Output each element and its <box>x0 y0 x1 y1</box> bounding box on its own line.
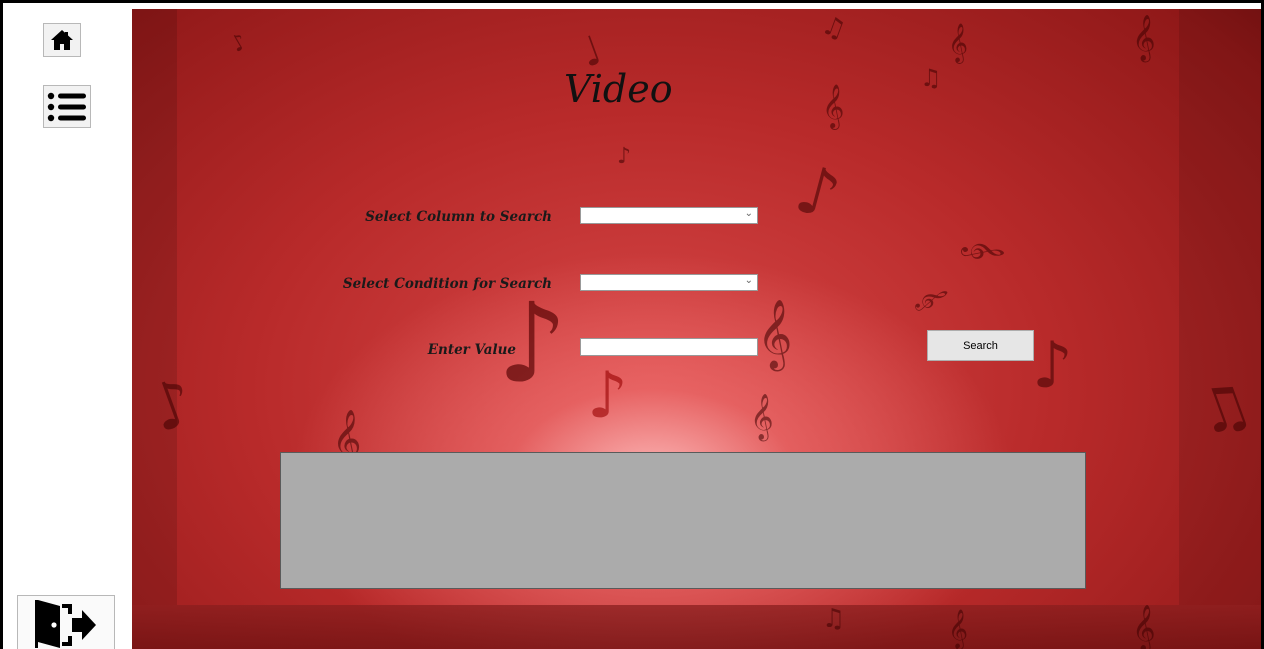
music-note-decoration: ♫ <box>920 64 942 92</box>
exit-door-icon <box>35 599 96 648</box>
treble-clef-decoration: 𝄞 <box>757 299 793 369</box>
main-content: ♪ ♩ ♫ 𝄞 ♫ 𝄞 𝄞 ♪ ♪ 𝄞 𝄞 ♪ ♪ 𝄞 𝄞 ♪ ♪ 𝄞 ♫ ♫ … <box>132 9 1261 649</box>
value-input-label: Enter Value <box>427 342 516 358</box>
chevron-down-icon: ⌄ <box>744 208 753 219</box>
background-wall-right <box>1179 9 1261 605</box>
sidebar <box>9 9 132 649</box>
treble-clef-decoration: 𝄞 <box>911 282 951 315</box>
results-grid[interactable] <box>280 452 1086 589</box>
treble-clef-decoration: 𝄞 <box>948 609 969 649</box>
music-note-decoration: ♪ <box>787 149 849 236</box>
treble-clef-decoration: 𝄞 <box>962 239 1004 261</box>
background-wall-left <box>132 9 177 605</box>
background-floor <box>132 605 1261 649</box>
list-menu-icon <box>47 92 86 121</box>
value-input[interactable] <box>580 338 758 356</box>
home-button[interactable] <box>43 23 81 57</box>
music-note-decoration: ♪ <box>617 144 632 169</box>
condition-select[interactable]: ⌄ <box>580 274 758 291</box>
music-note-decoration: ♫ <box>822 604 846 634</box>
column-select-label: Select Column to Search <box>365 209 552 225</box>
music-note-decoration: ♪ <box>587 359 628 433</box>
music-note-decoration: ♪ <box>226 29 252 58</box>
treble-clef-decoration: 𝄞 <box>822 84 845 128</box>
chevron-down-icon: ⌄ <box>744 275 753 286</box>
treble-clef-decoration: 𝄞 <box>1132 605 1156 649</box>
page-title: Video <box>564 67 673 111</box>
column-select[interactable]: ⌄ <box>580 207 758 224</box>
search-button[interactable]: Search <box>927 330 1034 361</box>
treble-clef-decoration: 𝄞 <box>1132 15 1156 61</box>
treble-clef-decoration: 𝄞 <box>750 394 774 440</box>
exit-button[interactable] <box>17 595 115 649</box>
menu-button[interactable] <box>43 85 91 128</box>
app-window: ♪ ♩ ♫ 𝄞 ♫ 𝄞 𝄞 ♪ ♪ 𝄞 𝄞 ♪ ♪ 𝄞 𝄞 ♪ ♪ 𝄞 ♫ ♫ … <box>0 0 1264 649</box>
music-note-decoration: ♪ <box>1032 329 1073 403</box>
condition-select-label: Select Condition for Search <box>342 276 552 292</box>
music-note-decoration: ♫ <box>817 9 850 47</box>
treble-clef-decoration: 𝄞 <box>948 23 969 63</box>
home-icon <box>51 30 73 50</box>
